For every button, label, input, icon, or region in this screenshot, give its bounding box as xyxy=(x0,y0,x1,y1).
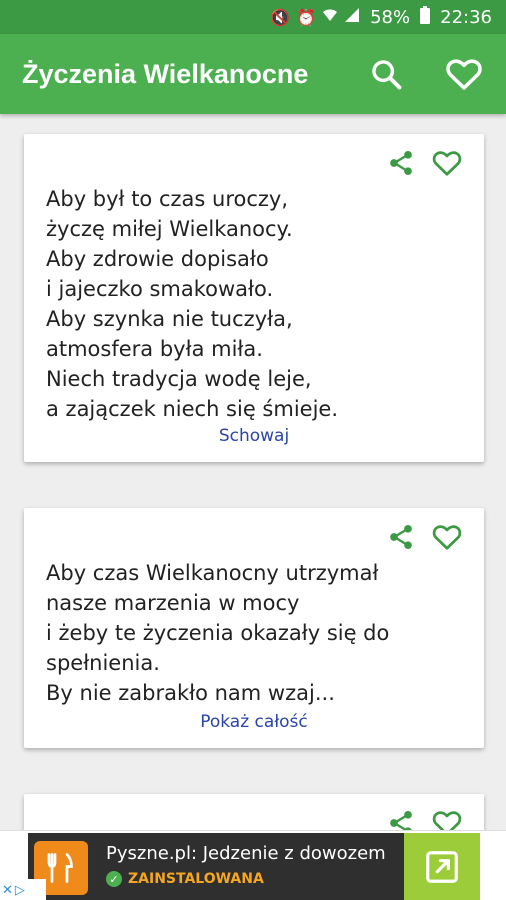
wifi-icon xyxy=(322,7,338,27)
status-icons: 🔇 ⏰ xyxy=(270,7,360,27)
card-actions xyxy=(386,148,462,178)
wish-card: Aby czas Wielkanocny utrzymał nasze marz… xyxy=(24,508,484,748)
wish-card xyxy=(24,794,484,830)
adchoices-close-icon[interactable]: ✕ xyxy=(2,883,13,898)
wishes-list[interactable]: Aby był to czas uroczy, życzę miłej Wiel… xyxy=(0,114,506,830)
wish-text: Aby był to czas uroczy, życzę miłej Wiel… xyxy=(46,187,339,421)
alarm-icon: ⏰ xyxy=(296,7,317,27)
signal-icon xyxy=(344,7,360,27)
open-app-button[interactable] xyxy=(404,833,480,900)
battery-icon xyxy=(420,5,431,29)
wish-card: Aby był to czas uroczy, życzę miłej Wiel… xyxy=(24,134,484,462)
clock: 22:36 xyxy=(440,6,492,28)
share-icon[interactable] xyxy=(386,808,416,830)
hide-link[interactable]: Schowaj xyxy=(24,426,484,446)
battery-percent: 58% xyxy=(370,6,411,28)
check-icon: ✓ xyxy=(106,871,122,887)
show-more-link[interactable]: Pokaż całość xyxy=(24,712,484,732)
app-actions xyxy=(366,54,506,94)
card-actions xyxy=(386,808,462,830)
favorites-heart-icon[interactable] xyxy=(444,54,484,94)
ad-banner[interactable]: Pyszne.pl: Jedzenie z dowozem ✓ ZAINSTAL… xyxy=(0,830,506,900)
heart-icon[interactable] xyxy=(432,148,462,178)
card-actions xyxy=(386,522,462,552)
ad-title: Pyszne.pl: Jedzenie z dowozem xyxy=(106,843,386,864)
share-icon[interactable] xyxy=(386,148,416,178)
ad-status-label: ZAINSTALOWANA xyxy=(128,871,264,887)
heart-icon[interactable] xyxy=(432,808,462,830)
ad-install-status: ✓ ZAINSTALOWANA xyxy=(106,871,264,887)
app-bar: Życzenia Wielkanocne xyxy=(0,34,506,114)
heart-icon[interactable] xyxy=(432,522,462,552)
mute-icon: 🔇 xyxy=(270,7,291,27)
wish-text: Aby czas Wielkanocny utrzymał nasze marz… xyxy=(46,561,390,705)
share-icon[interactable] xyxy=(386,522,416,552)
app-title: Życzenia Wielkanocne xyxy=(22,58,309,89)
search-icon[interactable] xyxy=(366,54,406,94)
adchoices-badge[interactable]: ✕ ▷ xyxy=(0,879,46,900)
ad-content[interactable]: Pyszne.pl: Jedzenie z dowozem ✓ ZAINSTAL… xyxy=(28,833,480,900)
adchoices-icon: ▷ xyxy=(14,882,25,898)
status-bar: 🔇 ⏰ 58% 22:36 xyxy=(0,0,506,34)
